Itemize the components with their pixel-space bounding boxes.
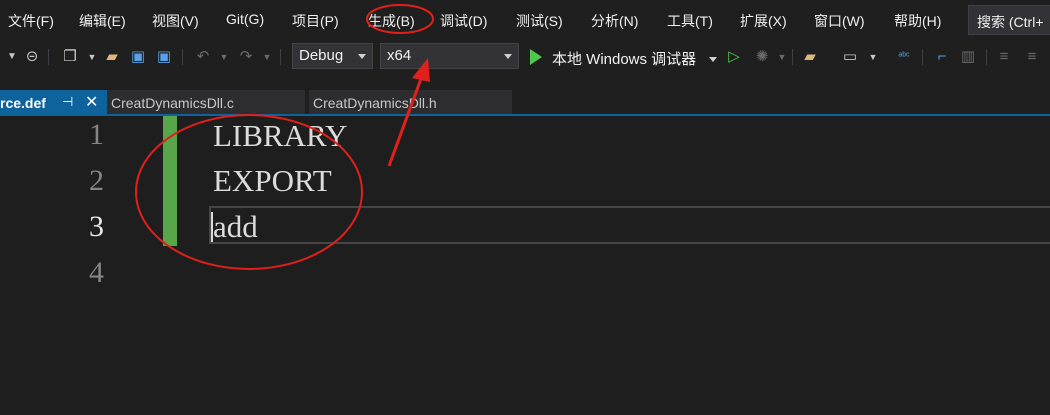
layout-dropdown-icon[interactable]: ▼ — [863, 47, 883, 67]
toolbar-separator — [48, 49, 49, 65]
menu-test[interactable]: 测试(S) — [516, 11, 563, 31]
toolbar-separator — [986, 49, 987, 65]
chevron-down-icon — [358, 54, 366, 59]
tab-label: CreatDynamicsDll.c — [111, 95, 234, 111]
change-tracking-bar — [163, 116, 177, 246]
code-line[interactable]: add — [213, 209, 258, 245]
menu-window[interactable]: 窗口(W) — [814, 11, 865, 31]
search-box[interactable]: 搜索 (Ctrl+ — [968, 5, 1050, 35]
solution-explorer-icon[interactable]: ▰ — [800, 47, 820, 67]
toolbar: ▼ ⊝ ❐ ▼ ▰ ▣ ▣ ↶ ▼ ↷ ▼ Debug x64 本地 Windo… — [0, 40, 1050, 74]
menu-git[interactable]: Git(G) — [226, 11, 264, 27]
document-tabs: rce.def ⊣ ✕ CreatDynamicsDll.c CreatDyna… — [0, 74, 1050, 117]
tab-creatdynamicsdll-h[interactable]: CreatDynamicsDll.h — [309, 90, 512, 117]
hot-reload-icon[interactable]: ✺ — [752, 47, 772, 67]
pin-icon[interactable]: ⊣ — [62, 94, 73, 110]
toolbar-separator — [182, 49, 183, 65]
nav-back-dropdown-icon[interactable]: ▼ — [2, 47, 22, 67]
line-number: 1 — [89, 118, 104, 151]
start-debugging-icon[interactable] — [530, 49, 542, 65]
configuration-dropdown[interactable]: Debug — [292, 43, 373, 69]
tab-label: rce.def — [0, 95, 46, 111]
redo-icon[interactable]: ↷ — [236, 47, 256, 67]
code-line[interactable]: LIBRARY — [213, 118, 347, 154]
tab-creatdynamicsdll-c[interactable]: CreatDynamicsDll.c — [107, 90, 305, 117]
menu-tools[interactable]: 工具(T) — [667, 11, 713, 31]
outdent-icon[interactable]: ≡ — [1022, 47, 1042, 67]
open-folder-icon[interactable]: ▰ — [102, 47, 122, 67]
menu-help[interactable]: 帮助(H) — [894, 11, 941, 31]
start-without-debugging-icon[interactable]: ▷ — [724, 47, 744, 67]
code-editor[interactable]: 1 2 3 4 LIBRARY EXPORT add — [0, 116, 1050, 415]
menu-analyze[interactable]: 分析(N) — [591, 11, 638, 31]
menu-debug[interactable]: 调试(D) — [440, 11, 487, 31]
menu-extensions[interactable]: 扩展(X) — [740, 11, 787, 31]
nav-forward-icon[interactable]: ⊝ — [22, 47, 42, 67]
search-label: 搜索 (Ctrl+ — [977, 14, 1044, 30]
line-number-current: 3 — [89, 210, 104, 243]
run-dropdown-icon[interactable] — [709, 57, 717, 62]
select-element-icon[interactable]: ⌐ — [932, 47, 952, 67]
redo-dropdown-icon[interactable]: ▼ — [257, 47, 277, 67]
tab-source-def[interactable]: rce.def ⊣ ✕ — [0, 90, 107, 117]
line-number: 4 — [89, 256, 104, 289]
text-caret — [211, 212, 213, 242]
start-debugging-button[interactable]: 本地 Windows 调试器 — [552, 48, 696, 69]
indent-icon[interactable]: ≡ — [994, 47, 1014, 67]
close-icon[interactable]: ✕ — [85, 92, 98, 112]
hot-reload-dropdown-icon[interactable]: ▼ — [772, 47, 792, 67]
tab-label: CreatDynamicsDll.h — [313, 95, 437, 111]
comment-out-icon[interactable]: ▥ — [958, 47, 978, 67]
undo-dropdown-icon[interactable]: ▼ — [214, 47, 234, 67]
menu-edit[interactable]: 编辑(E) — [79, 11, 126, 31]
toolbar-separator — [280, 49, 281, 65]
new-project-icon[interactable]: ❐ — [60, 47, 80, 67]
save-all-icon[interactable]: ▣ — [154, 47, 174, 67]
menu-project[interactable]: 项目(P) — [292, 11, 339, 31]
menu-view[interactable]: 视图(V) — [152, 11, 199, 31]
window-layout-icon[interactable]: ▭ — [840, 47, 860, 67]
platform-dropdown[interactable]: x64 — [380, 43, 519, 69]
configuration-value: Debug — [299, 47, 344, 64]
save-icon[interactable]: ▣ — [128, 47, 148, 67]
menu-file[interactable]: 文件(F) — [8, 11, 54, 31]
spell-check-icon[interactable]: ᵃᵇᶜ — [894, 47, 914, 67]
line-number: 2 — [89, 164, 104, 197]
chevron-down-icon — [504, 54, 512, 59]
menu-build[interactable]: 生成(B) — [368, 11, 415, 31]
current-line-highlight — [209, 206, 1050, 244]
menu-bar: 文件(F) 编辑(E) 视图(V) Git(G) 项目(P) 生成(B) 调试(… — [0, 0, 1050, 40]
toolbar-separator — [922, 49, 923, 65]
toolbar-separator — [792, 49, 793, 65]
undo-icon[interactable]: ↶ — [193, 47, 213, 67]
platform-value: x64 — [387, 47, 412, 64]
new-project-dropdown-icon[interactable]: ▼ — [82, 47, 102, 67]
code-line[interactable]: EXPORT — [213, 163, 332, 199]
